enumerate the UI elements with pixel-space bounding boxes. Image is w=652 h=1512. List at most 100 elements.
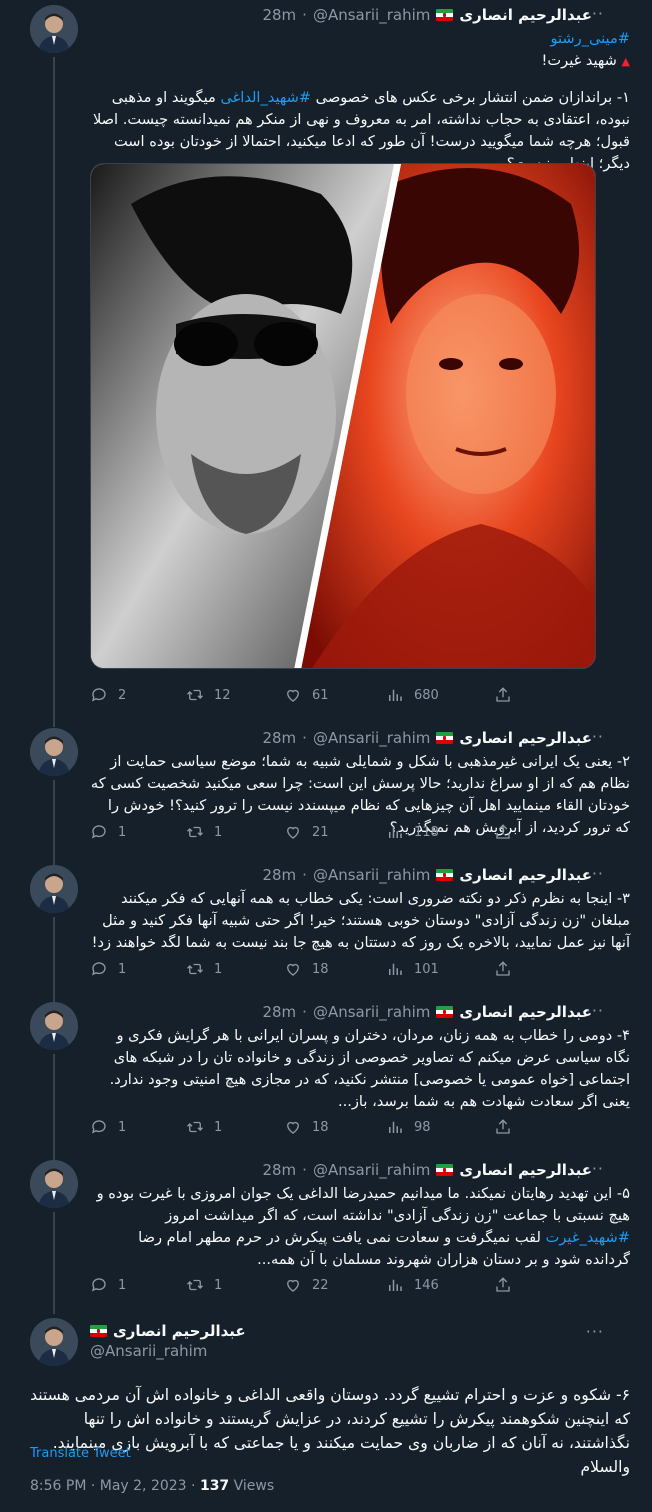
tweet-1[interactable]: عبدالرحیم انصاری @Ansarii_rahim · 28m ··… <box>0 0 652 727</box>
thread-line <box>53 57 55 727</box>
iran-flag-icon <box>436 869 454 881</box>
avatar[interactable] <box>30 1318 78 1366</box>
reply-button[interactable]: 1 <box>90 822 126 842</box>
iran-flag-icon <box>436 9 454 21</box>
thread-line <box>53 917 55 1007</box>
tweet-header: عبدالرحیم انصاری @Ansarii_rahim · 28m <box>262 729 592 747</box>
reply-icon <box>91 1120 106 1134</box>
heart-icon <box>287 963 299 976</box>
views-button[interactable]: 98 <box>386 1117 431 1137</box>
tweet-time[interactable]: 28m <box>262 1003 296 1021</box>
retweet-button[interactable]: 1 <box>186 959 222 979</box>
share-icon <box>496 961 510 976</box>
like-button[interactable]: 18 <box>284 959 329 979</box>
share-button[interactable] <box>494 822 512 842</box>
reply-icon <box>91 1278 106 1292</box>
share-button[interactable] <box>494 1275 512 1295</box>
heart-icon <box>287 826 299 839</box>
views-button[interactable]: 146 <box>386 1275 439 1295</box>
share-button[interactable] <box>494 959 512 979</box>
author-handle[interactable]: @Ansarii_rahim <box>313 6 430 24</box>
views-button[interactable]: 118 <box>386 822 439 842</box>
views-icon <box>389 826 402 838</box>
author-name[interactable]: عبدالرحیم انصاری <box>459 729 592 747</box>
iran-flag-icon <box>436 1164 454 1176</box>
reply-button[interactable]: 1 <box>90 1117 126 1137</box>
translate-tweet-link[interactable]: Translate Tweet <box>30 1446 131 1461</box>
author-name[interactable]: عبدالرحیم انصاری <box>459 6 592 24</box>
like-button[interactable]: 18 <box>284 1117 329 1137</box>
author-name[interactable]: عبدالرحیم انصاری <box>459 866 592 884</box>
share-button[interactable] <box>494 1117 512 1137</box>
share-icon <box>496 1119 510 1134</box>
views-button[interactable]: 680 <box>386 685 439 705</box>
tweet-header: عبدالرحیم انصاری @Ansarii_rahim · 28m <box>262 866 592 884</box>
iran-flag-icon <box>90 1325 107 1337</box>
tweet-image[interactable] <box>90 163 596 669</box>
views-button[interactable]: 101 <box>386 959 439 979</box>
more-options-icon[interactable]: ··· <box>586 1001 604 1020</box>
more-options-icon[interactable]: ··· <box>586 4 604 23</box>
timestamp[interactable]: 8:56 PM · May 2, 2023 · <box>30 1478 200 1494</box>
more-options-icon[interactable]: ··· <box>586 864 604 883</box>
like-button[interactable]: 22 <box>284 1275 329 1295</box>
retweet-button[interactable]: 1 <box>186 1117 222 1137</box>
avatar[interactable] <box>30 728 78 776</box>
avatar[interactable] <box>30 5 78 53</box>
tweet-text: #مینی_رشتو ▲ شهید غیرت! ۱- براندازان ضمن… <box>92 30 630 172</box>
author-name[interactable]: عبدالرحیم انصاری <box>459 1161 592 1179</box>
heart-icon <box>287 689 299 702</box>
retweet-button[interactable]: 12 <box>186 685 231 705</box>
tweet-time[interactable]: 28m <box>262 1161 296 1179</box>
tweet-3[interactable]: عبدالرحیم انصاری @Ansarii_rahim · 28m ··… <box>0 863 652 1007</box>
tweet-actions: 1 1 21 118 <box>90 822 610 844</box>
share-button[interactable] <box>494 685 512 705</box>
tweet-text: ۳- اینجا به نظرم ذکر دو نکته ضروری است: … <box>91 890 630 951</box>
tweet-5[interactable]: عبدالرحیم انصاری @Ansarii_rahim · 28m ··… <box>0 1158 652 1314</box>
reply-button[interactable]: 2 <box>90 685 126 705</box>
reply-icon <box>91 688 106 702</box>
avatar[interactable] <box>30 865 78 913</box>
author-handle[interactable]: @Ansarii_rahim <box>313 729 430 747</box>
retweet-icon <box>187 826 203 838</box>
more-options-icon[interactable]: ··· <box>586 727 604 746</box>
tweet-header: عبدالرحیم انصاری @Ansarii_rahim · 28m <box>262 1161 592 1179</box>
tweet-4[interactable]: عبدالرحیم انصاری @Ansarii_rahim · 28m ··… <box>0 1000 652 1164</box>
tweet-text: ۵- این تهدید رهایتان نمیکند. ما میدانیم … <box>96 1185 630 1268</box>
tweet-actions: 2 12 61 680 <box>90 685 610 707</box>
reply-button[interactable]: 1 <box>90 1275 126 1295</box>
more-options-icon[interactable]: ··· <box>586 1159 604 1178</box>
tweet-time[interactable]: 28m <box>262 729 296 747</box>
tweet-time[interactable]: 28m <box>262 866 296 884</box>
author-name[interactable]: عبدالرحیم انصاری <box>459 1003 592 1021</box>
retweet-button[interactable]: 1 <box>186 822 222 842</box>
author-handle[interactable]: @Ansarii_rahim <box>313 866 430 884</box>
views-count: 137 <box>199 1478 230 1494</box>
tweet-2[interactable]: عبدالرحیم انصاری @Ansarii_rahim · 28m ··… <box>0 726 652 870</box>
tweet-time[interactable]: 28m <box>262 6 296 24</box>
author-name[interactable]: عبدالرحیم انصاری <box>113 1322 246 1340</box>
avatar[interactable] <box>30 1002 78 1050</box>
more-options-icon[interactable]: ··· <box>586 1322 604 1341</box>
like-button[interactable]: 21 <box>284 822 329 842</box>
reply-button[interactable]: 1 <box>90 959 126 979</box>
tweet-actions: 1 1 18 101 <box>90 959 610 981</box>
hashtag-link[interactable]: #شهید_الداغی <box>220 89 311 106</box>
hashtag-link[interactable]: #مینی_رشتو <box>550 30 630 47</box>
tweet-text: ۶- شکوه و عزت و احترام تشییع گردد. دوستا… <box>30 1386 630 1476</box>
avatar[interactable] <box>30 1160 78 1208</box>
author-handle[interactable]: @Ansarii_rahim <box>90 1342 207 1360</box>
author-handle[interactable]: @Ansarii_rahim <box>313 1003 430 1021</box>
share-icon <box>496 824 510 839</box>
hashtag-link[interactable]: #شهید_غیرت <box>546 1229 630 1246</box>
heart-icon <box>287 1279 299 1292</box>
tweet-actions: 1 1 18 98 <box>90 1117 610 1139</box>
like-button[interactable]: 61 <box>284 685 329 705</box>
author-name-row[interactable]: عبدالرحیم انصاری <box>90 1322 246 1340</box>
retweet-icon <box>187 689 203 701</box>
retweet-button[interactable]: 1 <box>186 1275 222 1295</box>
author-handle[interactable]: @Ansarii_rahim <box>313 1161 430 1179</box>
tweet-header: عبدالرحیم انصاری @Ansarii_rahim · 28m <box>262 6 592 24</box>
retweet-icon <box>187 1121 203 1133</box>
iran-flag-icon <box>436 1006 454 1018</box>
